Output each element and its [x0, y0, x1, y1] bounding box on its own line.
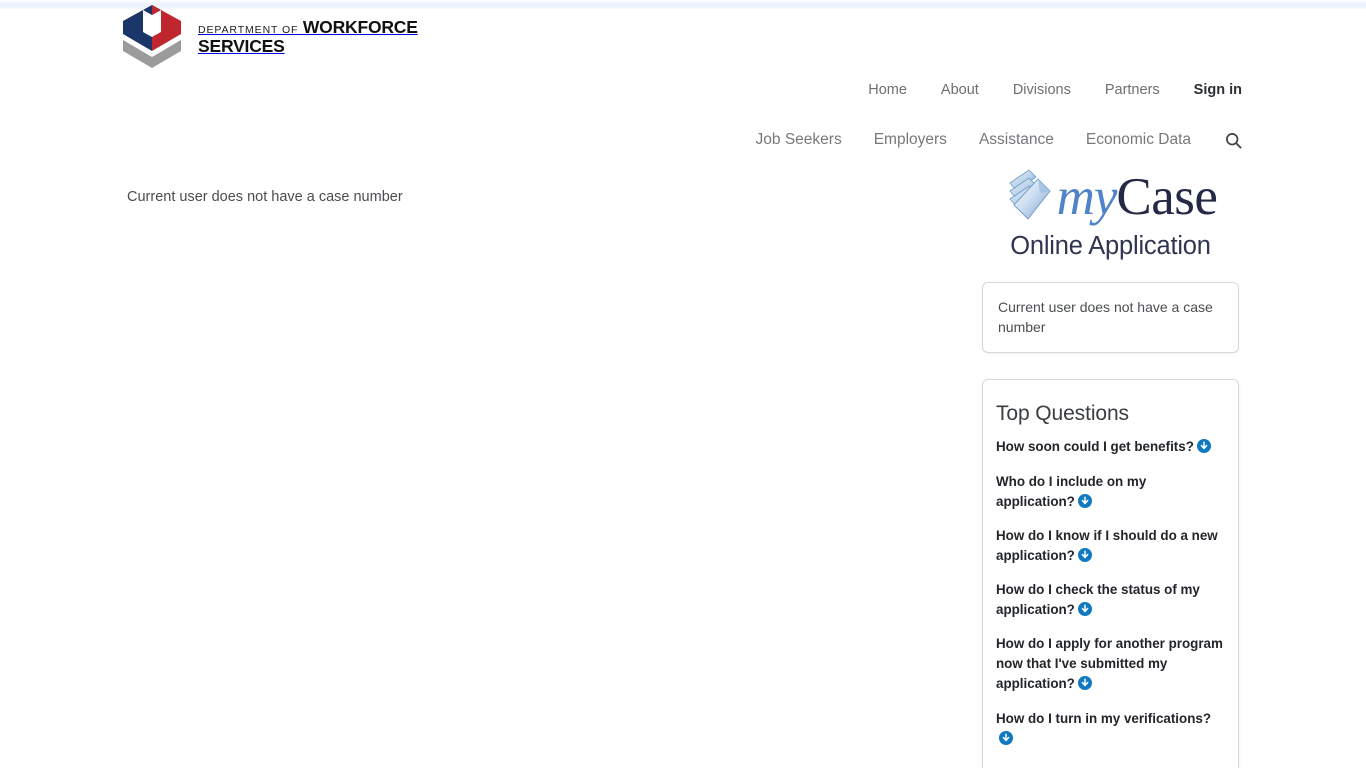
main-nav: Job Seekers Employers Assistance Economi…	[756, 131, 1242, 149]
top-questions-panel: Top Questions How soon could I get benef…	[982, 379, 1239, 768]
nav-item-partners[interactable]: Partners	[1105, 82, 1160, 98]
circle-down-arrow-icon	[999, 730, 1013, 751]
circle-down-arrow-icon	[1077, 493, 1092, 514]
site-header: DEPARTMENT OF WORKFORCE SERVICES Home Ab…	[0, 0, 1366, 165]
question-item[interactable]: How do I check the status of my applicat…	[996, 580, 1225, 622]
question-label: How do I apply for another program now t…	[996, 636, 1223, 692]
nav-item-about[interactable]: About	[941, 82, 979, 98]
logo-wordmark: DEPARTMENT OF WORKFORCE SERVICES	[198, 4, 418, 56]
question-label: Who do I include on my application?	[996, 473, 1147, 509]
mycase-logo: my Case Online Application	[982, 168, 1239, 260]
question-label: How do I check the status of my applicat…	[996, 581, 1200, 618]
circle-down-arrow-icon	[1077, 676, 1092, 696]
question-label: How soon could I get benefits?	[996, 439, 1194, 455]
question-item[interactable]: How do I know if I should do a new appli…	[996, 526, 1225, 568]
circle-down-arrow-icon	[1196, 439, 1211, 459]
circle-down-arrow-icon	[1077, 602, 1092, 622]
site-logo-link[interactable]: DEPARTMENT OF WORKFORCE SERVICES	[118, 4, 418, 74]
sidebar: my Case Online Application Current user d…	[982, 168, 1239, 768]
search-icon[interactable]	[1223, 132, 1242, 149]
logo-line-department: DEPARTMENT OF	[198, 24, 299, 36]
logo-line-workforce: WORKFORCE	[302, 17, 418, 37]
nav-item-assistance[interactable]: Assistance	[979, 131, 1054, 149]
question-label: How do I turn in my verifications?	[996, 710, 1212, 726]
nav-item-employers[interactable]: Employers	[874, 131, 947, 149]
mycase-word-my: my	[1056, 167, 1118, 226]
question-item[interactable]: How do I turn in my verifications?	[996, 709, 1225, 751]
utility-nav: Home About Divisions Partners Sign in	[868, 82, 1242, 98]
nav-item-divisions[interactable]: Divisions	[1013, 82, 1071, 98]
main-status-message: Current user does not have a case number	[127, 188, 403, 205]
main-content: Current user does not have a case number	[127, 172, 847, 221]
dws-hexagon-logo-icon	[118, 4, 186, 74]
mycase-subtitle: Online Application	[1010, 232, 1211, 260]
top-questions-title: Top Questions	[996, 402, 1129, 426]
nav-item-job-seekers[interactable]: Job Seekers	[756, 131, 842, 149]
case-number-alert: Current user does not have a case number	[982, 282, 1239, 354]
circle-down-arrow-icon	[1077, 547, 1092, 568]
nav-item-home[interactable]: Home	[868, 82, 907, 98]
question-label: How do I know if I should do a new appli…	[996, 527, 1218, 563]
nav-item-sign-in[interactable]: Sign in	[1194, 82, 1242, 98]
stacked-documents-icon	[1004, 167, 1056, 228]
nav-item-economic-data[interactable]: Economic Data	[1086, 131, 1191, 149]
question-item[interactable]: How do I apply for another program now t…	[996, 634, 1225, 696]
question-item[interactable]: How soon could I get benefits?	[996, 437, 1225, 459]
mycase-word-case: Case	[1116, 167, 1218, 226]
page-root: DEPARTMENT OF WORKFORCE SERVICES Home Ab…	[0, 0, 1366, 768]
case-number-alert-text: Current user does not have a case number	[998, 299, 1213, 336]
question-item[interactable]: Who do I include on my application?	[996, 472, 1225, 514]
logo-line-services: SERVICES	[198, 36, 285, 56]
